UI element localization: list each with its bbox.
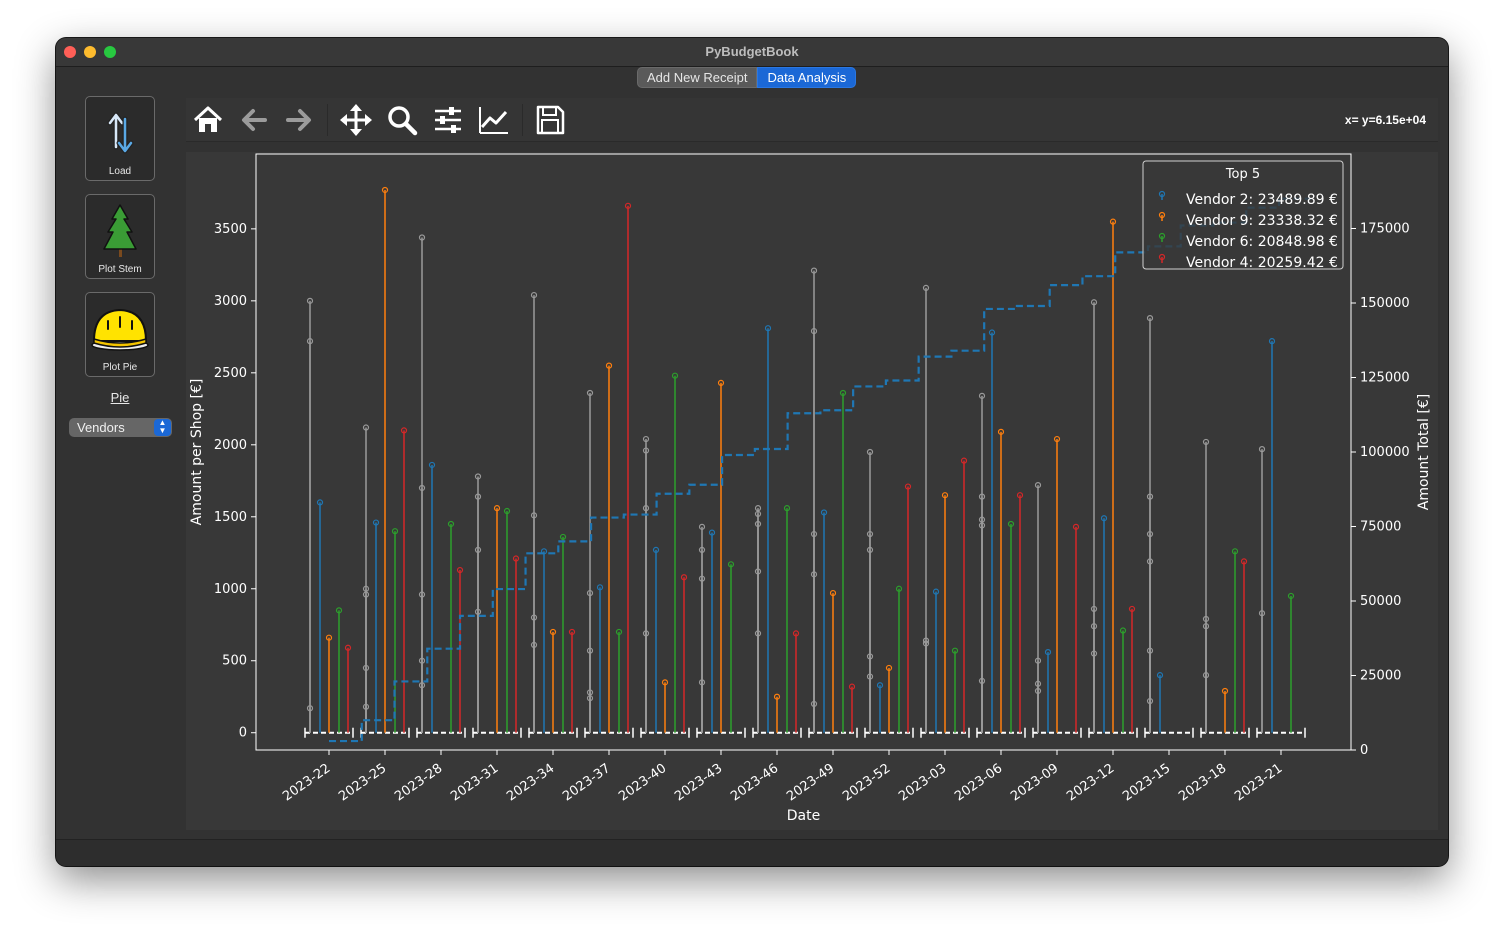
pan-icon (340, 104, 372, 136)
x-tick-label: 2023-34 (504, 761, 557, 804)
left-tick-label: 2500 (214, 366, 247, 381)
right-tick-label: 125000 (1360, 371, 1410, 386)
status-bar (56, 839, 1448, 866)
pan-button[interactable] (339, 103, 373, 137)
left-tick-label: 3500 (214, 222, 247, 237)
save-figure-button[interactable] (533, 103, 567, 137)
legend-entry: Vendor 6: 20848.98 € (1186, 234, 1338, 250)
right-tick-label: 100000 (1360, 445, 1410, 460)
edit-axis-button[interactable] (477, 103, 511, 137)
window-title: PyBudgetBook (705, 44, 799, 59)
legend-entry: Vendor 9: 23338.32 € (1186, 213, 1338, 229)
plot-canvas[interactable]: 0 500 1000 1500 2000 2500 3000 3500 0 25000 50000 7… (186, 152, 1438, 830)
x-tick-label: 2023-25 (336, 761, 389, 804)
x-tick-label: 2023-49 (784, 761, 837, 804)
left-tick-label: 1000 (214, 582, 247, 597)
plot-pie-button[interactable]: Plot Pie (85, 292, 155, 377)
left-tick-label: 0 (239, 726, 247, 741)
left-tick-label: 500 (222, 654, 247, 669)
configure-subplots-icon (435, 107, 461, 133)
x-tick-label: 2023-22 (280, 761, 333, 804)
x-tick-label: 2023-52 (840, 761, 893, 804)
x-axis-label: Date (787, 808, 820, 824)
pie-icon (91, 308, 149, 351)
tab-bar: Add New Receipt Data Analysis (637, 67, 857, 88)
legend-entry: Vendor 2: 23489.89 € (1186, 192, 1338, 208)
home-button[interactable] (191, 103, 225, 137)
plot-pie-button-label: Plot Pie (102, 362, 138, 373)
x-tick-label: 2023-15 (1120, 761, 1173, 804)
plot-toolbar: x= y=6.15e+04 (186, 98, 1438, 142)
x-tick-label: 2023-06 (952, 761, 1005, 804)
x-tick-label: 2023-09 (1008, 761, 1061, 804)
right-tick-label: 150000 (1360, 296, 1410, 311)
right-axis-label: Amount Total [€] (1416, 394, 1432, 510)
right-tick-label: 0 (1360, 743, 1368, 758)
edit-axis-icon (479, 107, 508, 134)
tree-icon (103, 204, 137, 257)
cursor-coordinates: x= y=6.15e+04 (1344, 113, 1426, 127)
right-tick-label: 75000 (1360, 520, 1401, 535)
x-tick-label: 2023-03 (896, 761, 949, 804)
right-tick-label: 50000 (1360, 594, 1401, 609)
forward-button[interactable] (282, 103, 316, 137)
save-icon (536, 105, 565, 135)
stem-chart: 0 500 1000 1500 2000 2500 3000 3500 0 25000 50000 7… (189, 153, 1432, 824)
x-tick-label: 2023-28 (392, 761, 445, 804)
pie-section-label: Pie (110, 390, 130, 405)
left-axis-label: Amount per Shop [€] (189, 379, 205, 526)
tab-data-analysis[interactable]: Data Analysis (757, 67, 857, 88)
toolbar-separator (327, 104, 328, 136)
left-tick-label: 1500 (214, 510, 247, 525)
back-button[interactable] (237, 103, 271, 137)
left-tick-label: 3000 (214, 294, 247, 309)
back-arrow-icon (242, 109, 267, 131)
x-tick-label: 2023-43 (672, 761, 725, 804)
pie-category-value: Vendors (77, 420, 125, 435)
load-button-label: Load (108, 166, 132, 177)
app-window: PyBudgetBook Add New Receipt Data Analys… (56, 38, 1448, 866)
right-tick-label: 25000 (1360, 669, 1401, 684)
x-tick-label: 2023-31 (448, 761, 501, 804)
plot-stem-button[interactable]: Plot Stem (85, 194, 155, 279)
zoom-button[interactable] (385, 103, 419, 137)
toolbar-separator-2 (522, 104, 523, 136)
configure-subplots-button[interactable] (431, 103, 465, 137)
legend-title: Top 5 (1225, 167, 1260, 182)
x-tick-label: 2023-21 (1232, 761, 1285, 804)
load-button[interactable]: Load (85, 96, 155, 181)
tab-add-new-receipt[interactable]: Add New Receipt (637, 67, 758, 88)
plot-stem-button-label: Plot Stem (98, 264, 142, 275)
x-tick-label: 2023-37 (560, 761, 613, 804)
title-bar: PyBudgetBook (56, 38, 1448, 67)
forward-arrow-icon (286, 109, 311, 131)
x-tick-label: 2023-12 (1064, 761, 1117, 804)
x-tick-label: 2023-40 (616, 761, 669, 804)
left-tick-label: 2000 (214, 438, 247, 453)
home-icon (193, 106, 223, 132)
select-chevrons-icon: ▲ ▼ (154, 419, 171, 436)
cumulative-total-line (329, 197, 1312, 743)
load-arrows-icon (107, 112, 134, 154)
x-tick-label: 2023-46 (728, 761, 781, 804)
legend-entry: Vendor 4: 20259.42 € (1186, 255, 1338, 271)
right-tick-label: 175000 (1360, 222, 1410, 237)
zoom-icon (388, 106, 418, 136)
pie-category-select[interactable]: Vendors ▲ ▼ (69, 418, 172, 437)
x-tick-label: 2023-18 (1176, 761, 1229, 804)
